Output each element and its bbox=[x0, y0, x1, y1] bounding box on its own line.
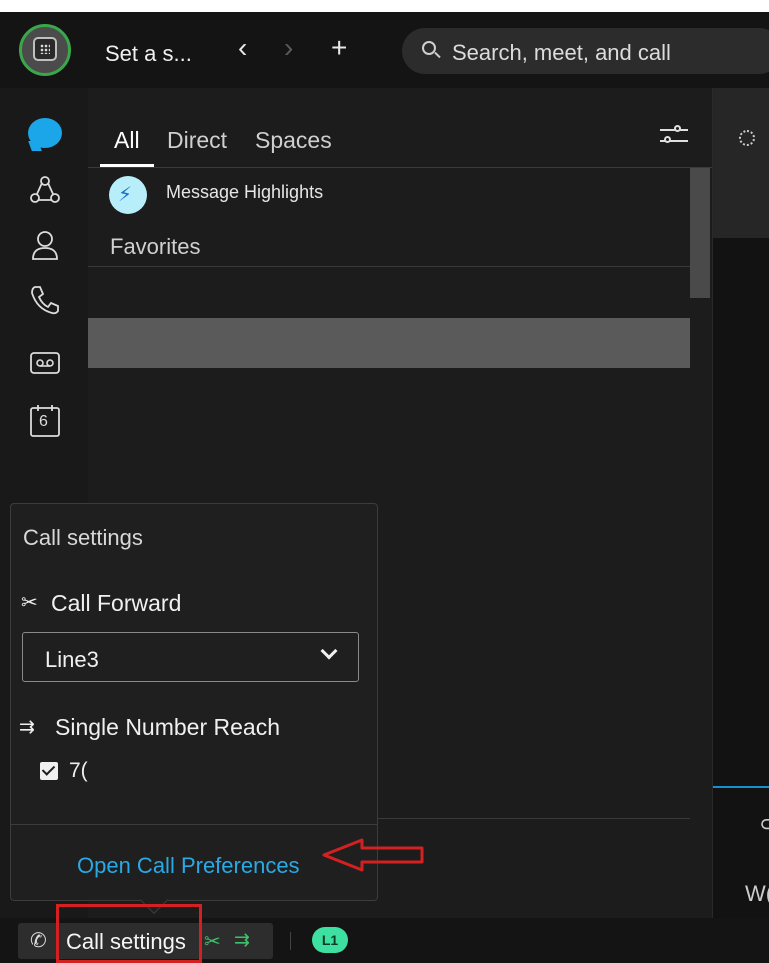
tab-spaces[interactable]: Spaces bbox=[255, 127, 332, 154]
snr-checkbox[interactable] bbox=[40, 762, 58, 780]
tab-direct[interactable]: Direct bbox=[167, 127, 227, 154]
popup-title: Call settings bbox=[23, 525, 143, 550]
back-icon[interactable]: ‹ bbox=[238, 34, 247, 62]
list-item[interactable] bbox=[88, 318, 690, 368]
webex-app-window: Set a s... ‹ › + Search, meet, and call bbox=[0, 12, 769, 963]
single-number-reach-label: Single Number Reach bbox=[55, 714, 281, 740]
scrollbar[interactable] bbox=[690, 168, 710, 298]
divider bbox=[88, 266, 690, 267]
search-placeholder: Search, meet, and call bbox=[452, 40, 671, 65]
accent-line bbox=[713, 786, 769, 788]
add-icon[interactable]: + bbox=[331, 34, 347, 62]
divider bbox=[378, 818, 690, 819]
avatar[interactable] bbox=[19, 24, 71, 76]
line-badge[interactable]: L1 bbox=[312, 927, 348, 953]
title-bar: Set a s... ‹ › + Search, meet, and call bbox=[0, 12, 769, 88]
teams-icon bbox=[30, 176, 60, 203]
message-icon bbox=[28, 118, 62, 148]
contacts-nav[interactable] bbox=[28, 228, 62, 262]
calendar-day: 6 bbox=[39, 413, 48, 430]
divider bbox=[290, 932, 291, 950]
search-input[interactable]: Search, meet, and call bbox=[402, 28, 769, 74]
filter-icon[interactable] bbox=[660, 125, 688, 146]
snr-number: 7( bbox=[69, 759, 88, 782]
divider bbox=[11, 824, 377, 825]
search-icon bbox=[422, 41, 436, 55]
call-forward-icon: ✂ bbox=[204, 931, 221, 953]
partial-icon: ⊂ bbox=[759, 811, 769, 836]
active-tab-indicator bbox=[100, 164, 154, 167]
contacts-icon bbox=[32, 231, 58, 260]
chevron-down-icon bbox=[320, 642, 338, 660]
calling-nav[interactable] bbox=[28, 283, 62, 317]
open-call-preferences-link[interactable]: Open Call Preferences bbox=[77, 853, 300, 879]
voicemail-icon bbox=[30, 352, 60, 374]
message-highlights[interactable]: Message Highlights bbox=[166, 182, 323, 203]
annotation-highlight-box bbox=[56, 904, 202, 963]
phone-settings-icon: ✆ bbox=[30, 930, 47, 952]
gear-icon[interactable] bbox=[739, 130, 755, 146]
favorites-header[interactable]: Favorites bbox=[110, 234, 200, 260]
voicemail-nav[interactable] bbox=[28, 346, 62, 380]
teams-nav[interactable] bbox=[28, 173, 62, 207]
line-select[interactable]: Line3 bbox=[22, 632, 359, 682]
call-forward-label: Call Forward bbox=[51, 590, 182, 616]
calendar-nav[interactable]: 6 bbox=[28, 403, 62, 437]
call-forward-icon: ✂ bbox=[21, 592, 38, 614]
annotation-arrow-icon bbox=[322, 838, 424, 872]
content-pane: ⊂ W( bbox=[712, 88, 769, 918]
messaging-nav[interactable] bbox=[28, 118, 62, 152]
list-tabs: All Direct Spaces bbox=[88, 88, 712, 168]
line-select-value: Line3 bbox=[45, 647, 99, 672]
single-number-reach-icon: ⇉ bbox=[234, 930, 250, 951]
lightning-icon bbox=[109, 176, 147, 214]
content-header bbox=[713, 88, 769, 238]
partial-text: W( bbox=[745, 881, 769, 906]
single-number-reach-icon: ⇉ bbox=[19, 717, 35, 738]
calling-icon bbox=[31, 286, 59, 315]
forward-icon[interactable]: › bbox=[284, 34, 293, 62]
status-text[interactable]: Set a s... bbox=[105, 41, 192, 67]
phone-icon bbox=[33, 37, 57, 61]
tab-all[interactable]: All bbox=[114, 127, 140, 154]
